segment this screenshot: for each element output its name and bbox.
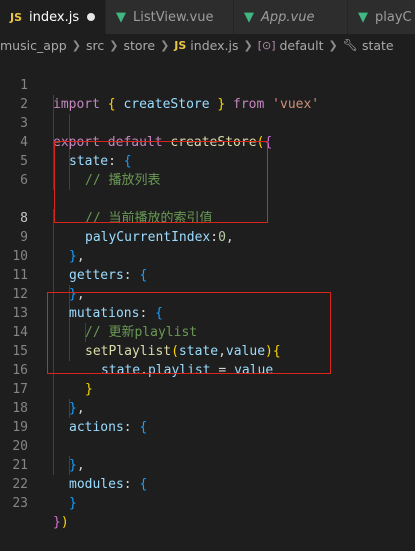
breadcrumb-label: state bbox=[361, 37, 394, 53]
code-line[interactable]: 19 bbox=[0, 399, 415, 435]
code-line[interactable]: 2 bbox=[0, 76, 415, 112]
code-line[interactable]: 11 }, bbox=[0, 247, 415, 302]
breadcrumb-label: default bbox=[279, 37, 324, 53]
javascript-file-icon: JS bbox=[174, 38, 187, 52]
code-line[interactable]: 3 export default createStore({ bbox=[0, 95, 415, 150]
editor-tab-bar: JS index.js ▼ ListView.vue ▼ App.vue ▼ p… bbox=[0, 0, 415, 34]
tab-listview-vue[interactable]: ▼ ListView.vue bbox=[106, 0, 234, 34]
chevron-right-icon: ❯ bbox=[109, 38, 119, 52]
breadcrumb-item-music-app[interactable]: music_app bbox=[0, 38, 67, 53]
code-line-current[interactable]: 8 palyCurrentIndex:0, bbox=[0, 190, 415, 245]
chevron-right-icon: ❯ bbox=[243, 38, 253, 52]
breadcrumb-item-index-js[interactable]: JS index.js bbox=[174, 38, 238, 53]
javascript-file-icon: JS bbox=[10, 10, 23, 24]
code-line[interactable]: 21 modules: { bbox=[0, 437, 415, 492]
tab-label: App.vue bbox=[261, 9, 315, 25]
tab-index-js[interactable]: JS index.js bbox=[0, 0, 106, 34]
code-line[interactable]: 4 state: { bbox=[0, 114, 415, 169]
code-line[interactable]: 10 getters: { bbox=[0, 228, 415, 283]
breadcrumb-label: src bbox=[85, 37, 105, 53]
line-number: 23 bbox=[12, 496, 28, 511]
breadcrumb: music_app ❯ src ❯ store ❯ JS index.js ❯ … bbox=[0, 34, 415, 56]
tab-playc-vue[interactable]: ▼ playC bbox=[348, 0, 415, 34]
code-line[interactable]: 12 mutations: { bbox=[0, 266, 415, 321]
symbol-property-wrench-icon: 🔧︎ bbox=[342, 38, 358, 52]
tab-app-vue[interactable]: ▼ App.vue bbox=[234, 0, 348, 34]
breadcrumb-item-state[interactable]: 🔧︎ state bbox=[343, 38, 394, 53]
code-editor[interactable]: 1 import { createStore } from 'vuex' 2 3… bbox=[0, 56, 415, 530]
code-line[interactable]: 9 }, bbox=[0, 209, 415, 264]
code-line[interactable]: 16 } bbox=[0, 342, 415, 397]
code-line[interactable]: 22 } bbox=[0, 456, 415, 511]
vue-file-icon: ▼ bbox=[358, 9, 368, 25]
tab-label: ListView.vue bbox=[133, 9, 214, 25]
chevron-right-icon: ❯ bbox=[71, 38, 81, 52]
code-line[interactable]: 6 playlist:[{al:{}}], bbox=[0, 152, 415, 207]
code-line[interactable]: 14 setPlaylist(state,value){ bbox=[0, 304, 415, 359]
code-line[interactable]: 18 actions: { bbox=[0, 380, 415, 435]
breadcrumb-label: store bbox=[123, 37, 156, 53]
chevron-right-icon: ❯ bbox=[328, 38, 338, 52]
breadcrumb-label: index.js bbox=[190, 37, 239, 53]
breadcrumb-item-src[interactable]: src bbox=[86, 38, 104, 53]
code-line[interactable]: 7 // 当前播放的索引值 bbox=[0, 171, 415, 226]
breadcrumb-label: music_app bbox=[0, 37, 67, 53]
tab-label: index.js bbox=[29, 9, 80, 25]
code-line[interactable]: 1 import { createStore } from 'vuex' bbox=[0, 57, 415, 112]
tab-label: playC bbox=[375, 9, 412, 25]
code-line[interactable]: 20 }, bbox=[0, 418, 415, 473]
symbol-variable-icon: [⊙] bbox=[257, 38, 276, 52]
code-line[interactable]: 17 }, bbox=[0, 361, 415, 416]
vue-file-icon: ▼ bbox=[244, 9, 254, 25]
code-line[interactable]: 23 }) bbox=[0, 475, 415, 530]
code-line[interactable]: 15 state.playlist = value bbox=[0, 323, 415, 378]
code-line[interactable]: 13 // 更新playlist bbox=[0, 285, 415, 340]
chevron-right-icon: ❯ bbox=[160, 38, 170, 52]
code-line[interactable]: 5 // 播放列表 bbox=[0, 133, 415, 188]
unsaved-changes-dot-icon[interactable] bbox=[87, 13, 95, 21]
breadcrumb-item-default[interactable]: [⊙] default bbox=[258, 38, 324, 53]
breadcrumb-item-store[interactable]: store bbox=[123, 38, 155, 53]
vue-file-icon: ▼ bbox=[116, 9, 126, 25]
